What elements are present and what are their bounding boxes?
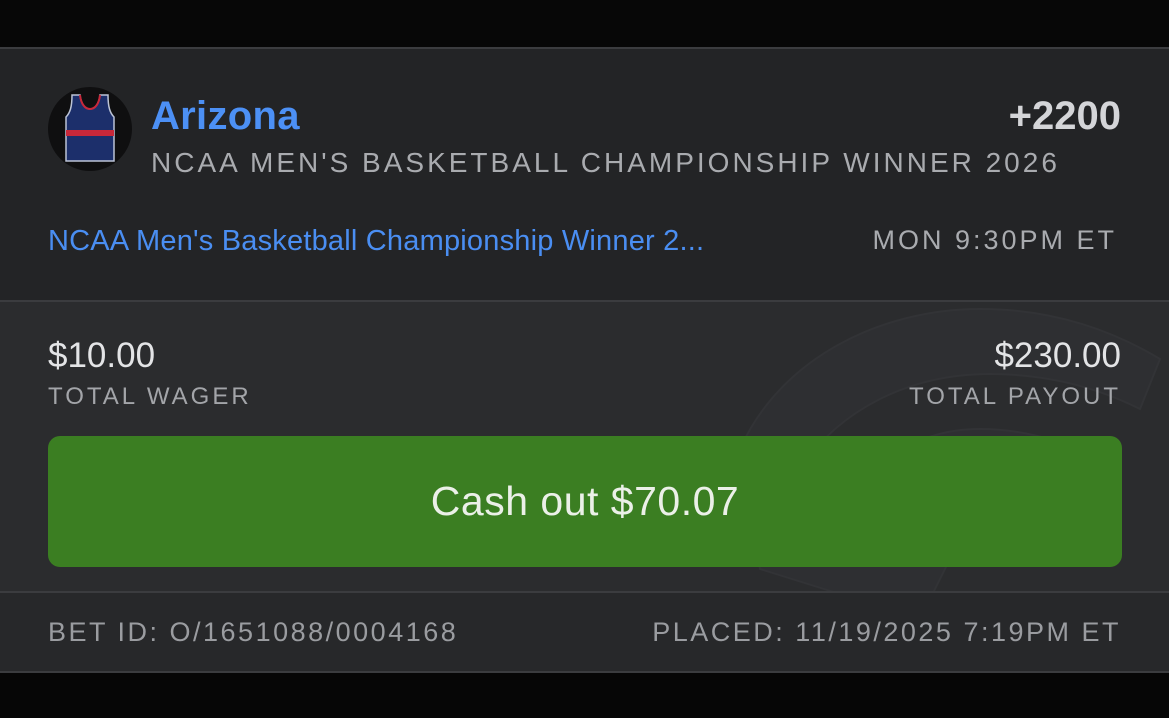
total-wager-label: TOTAL WAGER xyxy=(48,383,252,410)
bet-header[interactable]: Arizona +2200 NCAA MEN'S BASKETBALL CHAM… xyxy=(0,49,1169,302)
total-payout-amount: $230.00 xyxy=(994,336,1121,375)
team-avatar xyxy=(48,87,132,171)
bet-footer: BET ID: O/1651088/0004168 PLACED: 11/19/… xyxy=(0,593,1169,671)
top-bar xyxy=(0,0,1169,47)
total-wager-amount: $10.00 xyxy=(48,336,156,375)
team-name[interactable]: Arizona xyxy=(151,94,300,139)
cash-out-label: Cash out $70.07 xyxy=(430,478,740,524)
cash-out-button[interactable]: Cash out $70.07 xyxy=(48,436,1122,567)
total-payout-label: TOTAL PAYOUT xyxy=(908,383,1121,410)
bet-card: Arizona +2200 NCAA MEN'S BASKETBALL CHAM… xyxy=(0,47,1169,673)
market-label: NCAA MEN'S BASKETBALL CHAMPIONSHIP WINNE… xyxy=(151,147,1060,178)
event-link[interactable]: NCAA Men's Basketball Championship Winne… xyxy=(48,225,704,258)
bottom-bar xyxy=(0,673,1169,718)
event-time: MON 9:30PM ET xyxy=(872,225,1117,255)
basketball-jersey-icon xyxy=(65,94,115,162)
screen: Arizona +2200 NCAA MEN'S BASKETBALL CHAM… xyxy=(0,0,1169,718)
odds-value: +2200 xyxy=(1008,94,1121,138)
bet-id: BET ID: O/1651088/0004168 xyxy=(48,617,459,647)
placed-timestamp: PLACED: 11/19/2025 7:19PM ET xyxy=(652,617,1121,647)
